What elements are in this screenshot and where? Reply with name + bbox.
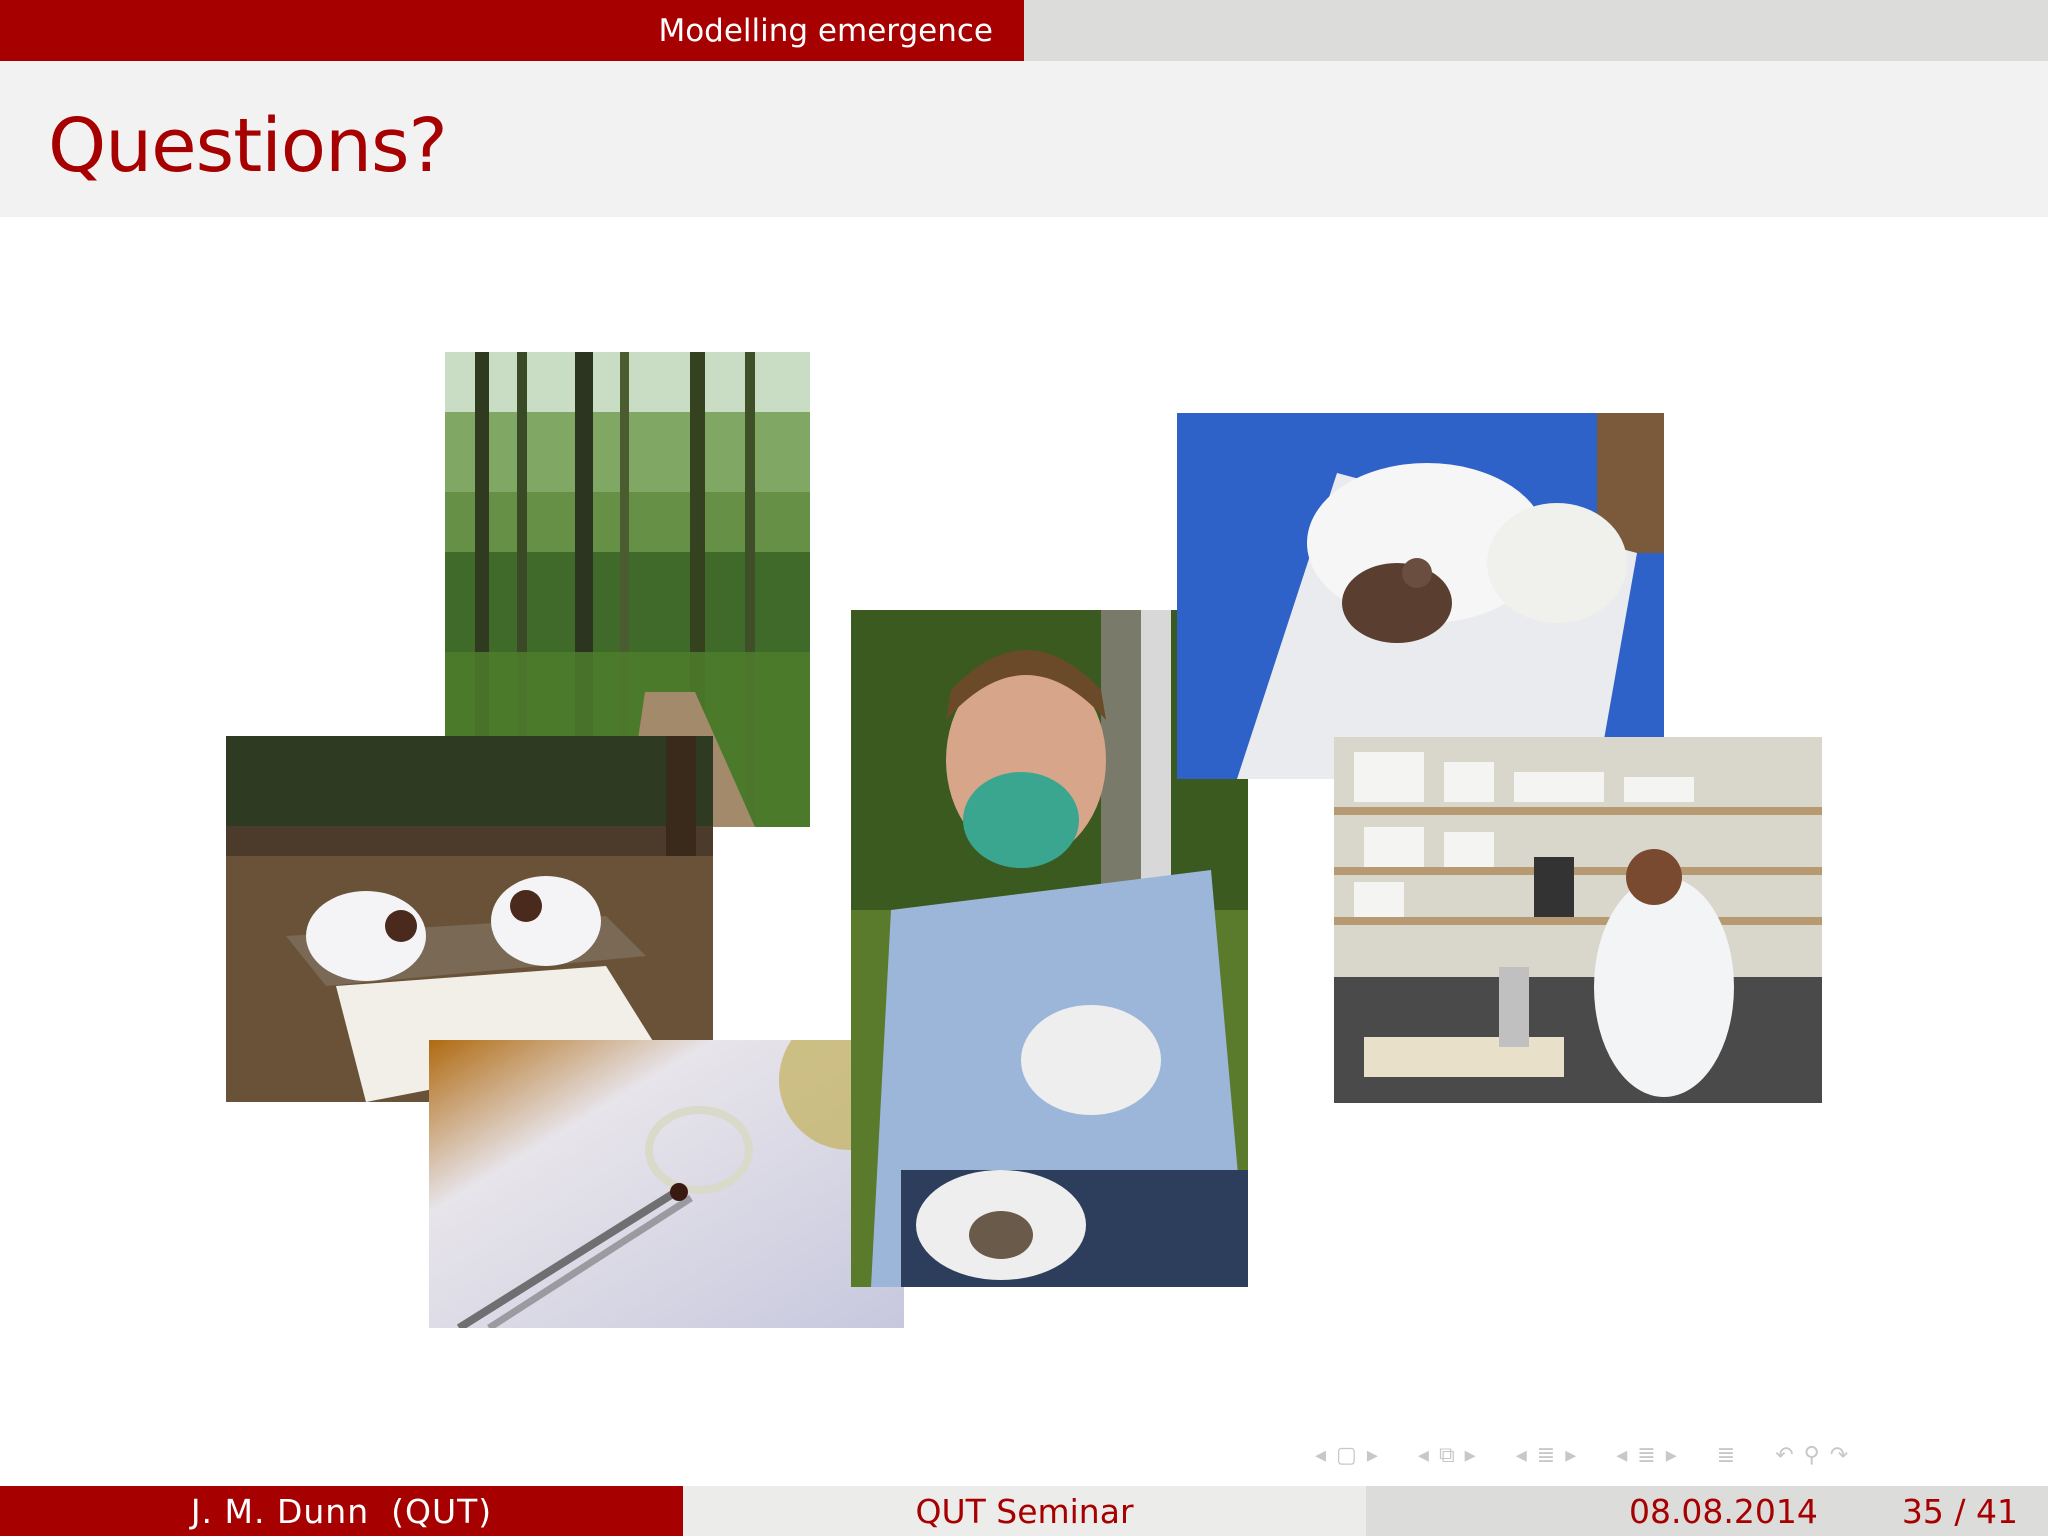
arrow-right-icon[interactable]: ▸ (1367, 1443, 1378, 1468)
frame-nav[interactable]: ◂ ▢ ▸ (1315, 1443, 1378, 1468)
footline: J. M. Dunn (QUT) QUT Seminar 08.08.2014 … (0, 1486, 2048, 1536)
section-nav[interactable]: ◂ ≣ ▸ (1516, 1443, 1577, 1468)
subsection-bar (1024, 0, 2048, 61)
document-nav[interactable]: ◂ ≣ ▸ (1616, 1443, 1677, 1468)
undo-icon[interactable]: ↶ (1775, 1443, 1793, 1468)
author-institute: (QUT) (391, 1491, 493, 1531)
arrow-right-icon[interactable]: ▸ (1666, 1443, 1677, 1468)
mouse-in-tube-photo (1177, 413, 1664, 779)
document-nav-icon[interactable]: ≣ (1637, 1443, 1655, 1468)
arrow-left-icon[interactable]: ◂ (1616, 1443, 1627, 1468)
frame-nav-icon[interactable]: ▢ (1336, 1443, 1357, 1468)
appendix-nav[interactable]: ≣ (1717, 1443, 1735, 1468)
footer-talk-title: QUT Seminar (683, 1486, 1366, 1536)
section-title: Modelling emergence (0, 0, 1024, 61)
author-name: J. M. Dunn (190, 1491, 370, 1531)
headline-bar: Modelling emergence (0, 0, 2048, 61)
subsection-nav-icon[interactable]: ⧉ (1439, 1443, 1455, 1468)
tick-in-tweezers-photo (429, 1040, 904, 1328)
footer-date: 08.08.2014 (1628, 1491, 1818, 1531)
frame-title-bar: Questions? (0, 61, 2048, 217)
redo-icon[interactable]: ↷ (1830, 1443, 1848, 1468)
arrow-left-icon[interactable]: ◂ (1315, 1443, 1326, 1468)
arrow-left-icon[interactable]: ◂ (1516, 1443, 1527, 1468)
section-nav-icon[interactable]: ≣ (1537, 1443, 1555, 1468)
footer-date-page: 08.08.2014 35 / 41 (1366, 1486, 2048, 1536)
subsection-nav[interactable]: ◂ ⧉ ▸ (1418, 1443, 1476, 1468)
search-nav[interactable]: ↶ ⚲ ↷ (1775, 1443, 1848, 1468)
page-number: 35 / 41 (1901, 1491, 2018, 1531)
navigation-symbols: ◂ ▢ ▸ ◂ ⧉ ▸ ◂ ≣ ▸ ◂ ≣ ▸ ≣ ↶ ⚲ ↷ (1315, 1440, 1848, 1470)
page-title: Questions? (48, 103, 448, 189)
arrow-right-icon[interactable]: ▸ (1565, 1443, 1576, 1468)
lab-researcher-photo (1334, 737, 1822, 1103)
appendix-nav-icon[interactable]: ≣ (1717, 1443, 1735, 1468)
search-nav-icon[interactable]: ⚲ (1804, 1443, 1820, 1468)
slide: Modelling emergence Questions? ◂ ▢ ▸ ◂ ⧉… (0, 0, 2048, 1536)
footer-author: J. M. Dunn (QUT) (0, 1486, 683, 1536)
arrow-left-icon[interactable]: ◂ (1418, 1443, 1429, 1468)
arrow-right-icon[interactable]: ▸ (1465, 1443, 1476, 1468)
